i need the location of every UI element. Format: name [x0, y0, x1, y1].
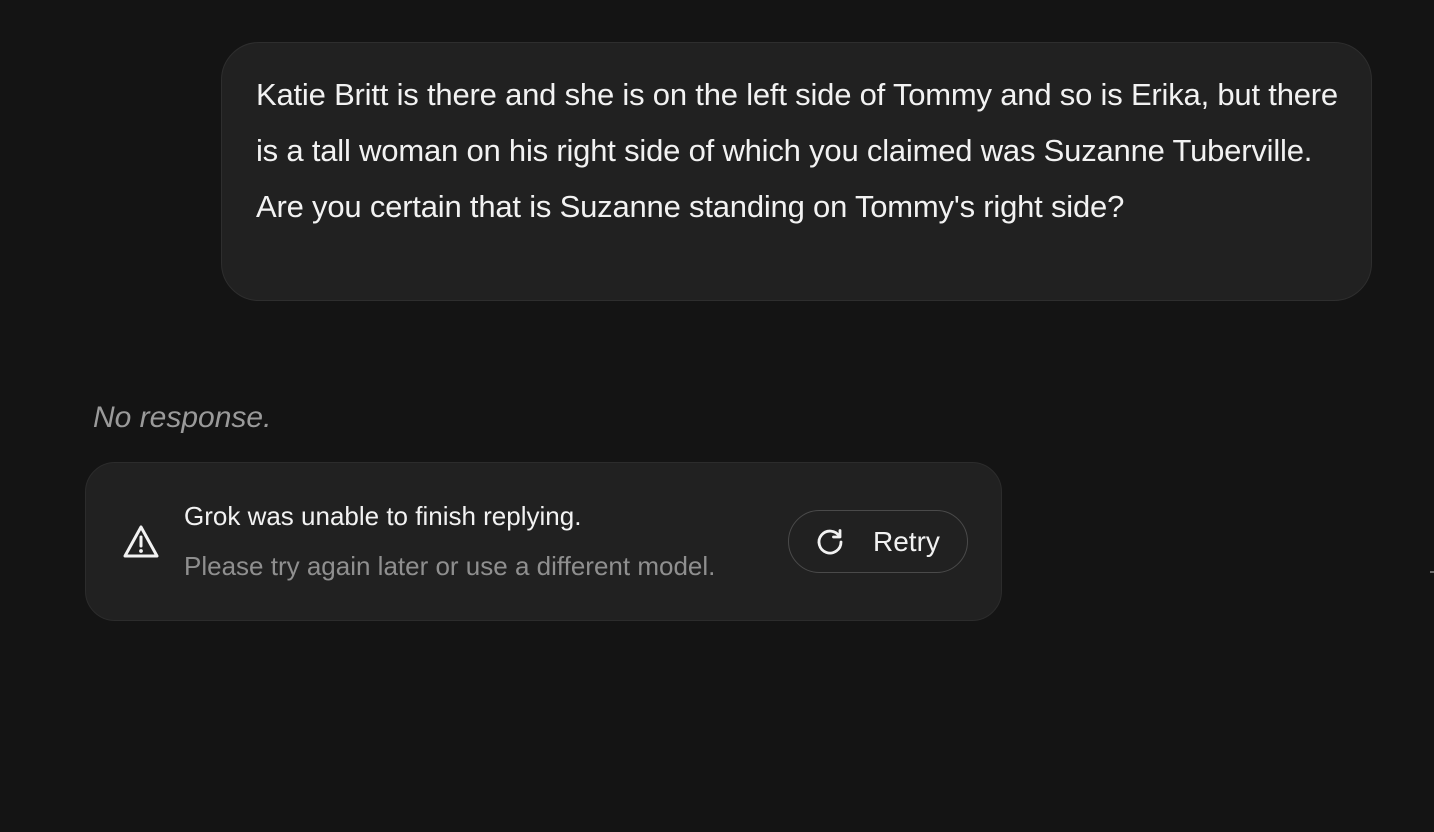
warning-triangle-icon	[122, 524, 160, 560]
assistant-no-response-text: No response.	[93, 401, 272, 434]
error-title: Grok was unable to finish replying.	[184, 501, 582, 531]
error-subtitle: Please try again later or use a differen…	[184, 551, 716, 581]
user-message-text: Katie Britt is there and she is on the l…	[256, 77, 1338, 224]
chat-page: Katie Britt is there and she is on the l…	[0, 0, 1434, 832]
refresh-icon	[815, 527, 845, 557]
retry-button[interactable]: Retry	[788, 510, 968, 573]
scroll-edge-marker	[1430, 571, 1434, 573]
user-message-bubble: Katie Britt is there and she is on the l…	[221, 42, 1372, 301]
error-card: Grok was unable to finish replying. Plea…	[85, 462, 1002, 621]
retry-label: Retry	[873, 525, 940, 557]
